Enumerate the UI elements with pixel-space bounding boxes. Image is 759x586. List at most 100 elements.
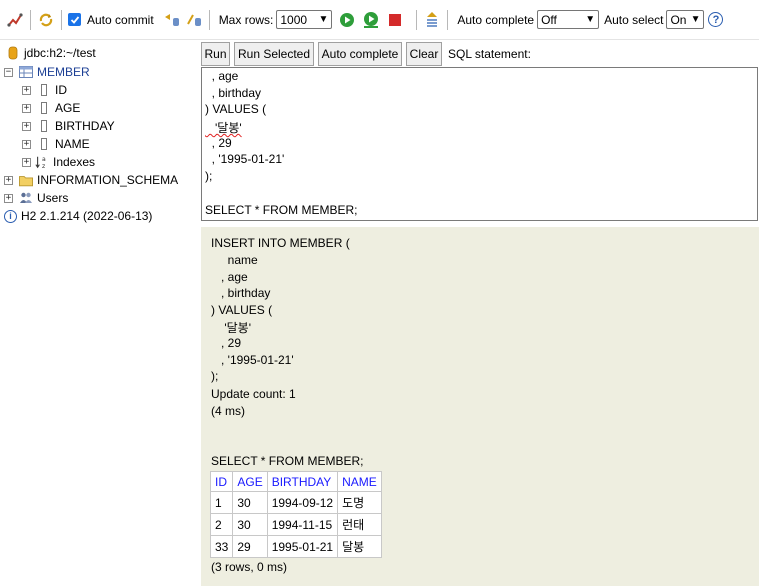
tree-users[interactable]: + Users (4, 189, 68, 207)
tree-column[interactable]: + BIRTHDAY (22, 117, 115, 135)
auto-commit-label: Auto commit (87, 12, 154, 27)
run-selected-icon[interactable] (362, 11, 380, 29)
toolbar-separator (208, 9, 210, 30)
database-icon (6, 46, 20, 60)
result-line: ); (211, 369, 219, 383)
column-header[interactable]: BIRTHDAY (266, 471, 339, 492)
rows-summary: (3 rows, 0 ms) (211, 560, 288, 574)
tree-indexes[interactable]: + az Indexes (22, 153, 95, 171)
editor-line: , 29 (205, 136, 232, 150)
run-selected-button[interactable]: Run Selected (234, 42, 314, 66)
auto-select-select[interactable]: On ▼ (666, 10, 705, 29)
help-icon[interactable]: ? (708, 12, 724, 27)
max-rows-value: 1000 (280, 12, 308, 27)
table-row: 2 30 1994-11-15 런태 (209, 513, 382, 536)
tree-column[interactable]: + AGE (22, 99, 80, 117)
toolbar-separator (416, 9, 418, 30)
tree-schema[interactable]: + INFORMATION_SCHEMA (4, 171, 178, 189)
svg-text:a: a (42, 156, 46, 163)
users-icon (19, 191, 33, 205)
collapse-icon[interactable]: − (4, 67, 13, 77)
table-icon (19, 65, 33, 79)
rollback-icon[interactable] (163, 11, 181, 29)
table-cell: 1994-11-15 (266, 513, 339, 536)
column-header[interactable]: ID (209, 471, 234, 492)
editor-line: , '1995-01-21' (205, 152, 285, 166)
run-icon[interactable] (338, 11, 356, 29)
max-rows-label: Max rows: (218, 12, 274, 27)
expand-icon[interactable]: + (22, 139, 31, 149)
sql-button-bar: Run Run Selected Auto complete Clear SQL… (201, 41, 531, 67)
expand-icon[interactable]: + (4, 193, 13, 203)
sql-editor[interactable]: , age , birthday ) VALUES ( '달봉' , 29 , … (201, 67, 758, 221)
toolbar-separator (30, 9, 31, 30)
column-icon (37, 101, 51, 115)
column-label: BIRTHDAY (55, 119, 115, 133)
auto-select-label: Auto select (604, 12, 664, 27)
tree-table-member[interactable]: − MEMBER (4, 63, 90, 81)
indexes-label: Indexes (53, 155, 96, 169)
tree-version: i H2 2.1.214 (2022-06-13) (4, 207, 152, 225)
expand-icon[interactable]: + (22, 121, 31, 131)
table-row: 33 29 1995-01-21 달봉 (209, 535, 382, 558)
schema-label: INFORMATION_SCHEMA (37, 173, 179, 187)
sql-statement-label: SQL statement: (448, 47, 531, 61)
result-line: , birthday (211, 286, 271, 300)
table-label: MEMBER (37, 65, 90, 79)
editor-line: '달봉' (205, 121, 242, 135)
result-line: INSERT INTO MEMBER ( (211, 236, 350, 250)
editor-line: SELECT * FROM MEMBER; (205, 203, 358, 217)
expand-icon[interactable]: + (22, 103, 31, 113)
auto-select-value: On (670, 12, 687, 27)
auto-complete-value: Off (541, 12, 557, 27)
result-line: , '1995-01-21' (211, 353, 294, 367)
update-count: Update count: 1 (211, 387, 296, 401)
table-cell: 달봉 (337, 535, 382, 558)
table-cell: 1994-09-12 (266, 491, 339, 514)
run-button[interactable]: Run (201, 42, 230, 66)
table-cell: 1995-01-21 (266, 535, 339, 558)
result-line: , 29 (211, 336, 242, 350)
result-line: , age (211, 270, 248, 284)
commit-icon[interactable] (185, 11, 203, 29)
svg-text:z: z (42, 163, 45, 170)
history-icon[interactable] (423, 11, 441, 29)
column-label: NAME (55, 137, 90, 151)
column-icon (37, 119, 51, 133)
toolbar-separator (61, 9, 62, 30)
disconnect-icon[interactable] (6, 11, 24, 29)
users-label: Users (37, 191, 69, 205)
tree-connection[interactable]: jdbc:h2:~/test (6, 44, 96, 62)
table-cell: 1 (209, 491, 234, 514)
column-label: ID (55, 83, 67, 97)
stop-icon[interactable] (386, 11, 404, 29)
tree-column[interactable]: + NAME (22, 135, 90, 153)
max-rows-select[interactable]: 1000 ▼ (276, 10, 333, 29)
table-cell: 런태 (337, 513, 382, 536)
expand-icon[interactable]: + (22, 85, 31, 95)
folder-icon (19, 173, 33, 187)
result-table: ID AGE BIRTHDAY NAME 1 30 1994-09-12 도명 … (209, 471, 382, 558)
result-line: name (211, 253, 258, 267)
toolbar: Auto commit Max rows: 1000 ▼ Auto comple… (0, 0, 759, 40)
column-header[interactable]: AGE (232, 471, 268, 492)
expand-icon[interactable]: + (4, 175, 13, 185)
result-line: ) VALUES ( (211, 303, 273, 317)
insert-timing: (4 ms) (211, 404, 245, 418)
refresh-icon[interactable] (37, 11, 55, 29)
result-panel: INSERT INTO MEMBER ( name , age , birthd… (201, 227, 759, 586)
table-cell: 30 (232, 491, 268, 514)
auto-complete-select[interactable]: Off ▼ (537, 10, 600, 29)
tree-column[interactable]: + ID (22, 81, 67, 99)
table-header-row: ID AGE BIRTHDAY NAME (209, 471, 382, 492)
auto-commit-checkbox[interactable] (68, 13, 81, 26)
column-header[interactable]: NAME (337, 471, 382, 492)
table-cell: 2 (209, 513, 234, 536)
expand-icon[interactable]: + (22, 157, 31, 167)
clear-button[interactable]: Clear (406, 42, 442, 66)
result-line: '달봉' (211, 321, 251, 335)
column-icon (37, 83, 51, 97)
chevron-down-icon: ▼ (585, 14, 596, 25)
auto-complete-button[interactable]: Auto complete (318, 42, 402, 66)
connection-label: jdbc:h2:~/test (24, 46, 96, 60)
